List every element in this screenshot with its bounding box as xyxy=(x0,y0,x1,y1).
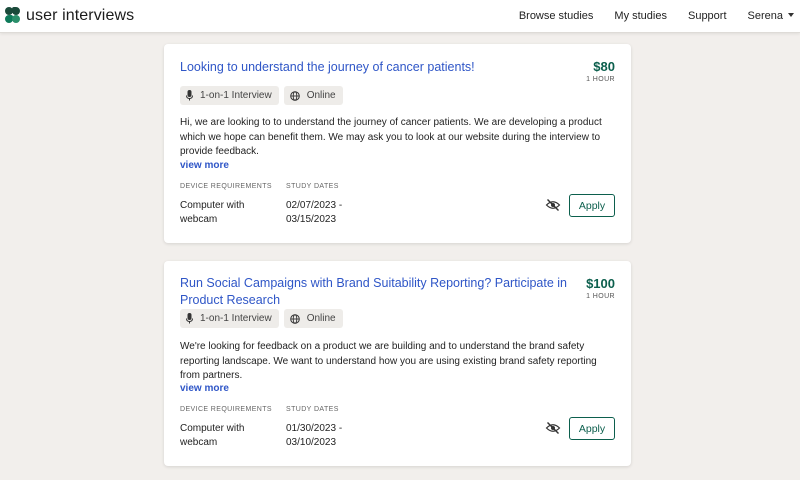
tag-interview-type: 1-on-1 Interview xyxy=(180,86,279,105)
view-more-link[interactable]: view more xyxy=(180,383,229,394)
tag-label: 1-on-1 Interview xyxy=(200,90,272,101)
study-duration: 1 HOUR xyxy=(586,293,615,300)
study-description: We're looking for feedback on a product … xyxy=(180,341,597,381)
device-requirements-label: DEVICE REQUIREMENTS xyxy=(180,406,272,413)
device-requirements-value: Computer with webcam xyxy=(180,200,245,225)
user-name: Serena xyxy=(747,10,783,22)
apply-button[interactable]: Apply xyxy=(569,417,615,440)
main-nav: Browse studies My studies Support Serena xyxy=(498,10,794,22)
nav-my-studies[interactable]: My studies xyxy=(614,10,667,22)
chevron-down-icon xyxy=(788,13,794,17)
tag-label: 1-on-1 Interview xyxy=(200,313,272,324)
study-tags: 1-on-1 Interview Online xyxy=(180,86,348,105)
study-dates-value: 01/30/2023 - 03/10/2023 xyxy=(286,423,343,448)
study-duration: 1 HOUR xyxy=(586,76,615,83)
user-menu[interactable]: Serena xyxy=(748,10,794,22)
hide-study-button[interactable] xyxy=(545,198,561,212)
tag-interview-type: 1-on-1 Interview xyxy=(180,309,279,328)
logo[interactable]: user interviews xyxy=(5,7,134,25)
study-dates-label: STUDY DATES xyxy=(286,406,339,413)
microphone-icon xyxy=(186,313,193,324)
study-dates-label: STUDY DATES xyxy=(286,183,339,190)
globe-icon xyxy=(289,90,300,101)
view-more-link[interactable]: view more xyxy=(180,160,229,171)
eye-slash-icon xyxy=(545,422,561,434)
study-tags: 1-on-1 Interview Online xyxy=(180,309,348,328)
study-price: $100 xyxy=(586,276,615,291)
study-card: Looking to understand the journey of can… xyxy=(164,44,631,243)
hide-study-button[interactable] xyxy=(545,421,561,435)
tag-label: Online xyxy=(306,313,336,324)
study-price: $80 xyxy=(593,59,615,74)
microphone-icon xyxy=(186,90,193,101)
study-description: Hi, we are looking to to understand the … xyxy=(180,117,602,157)
device-requirements-label: DEVICE REQUIREMENTS xyxy=(180,183,272,190)
globe-icon xyxy=(289,313,300,324)
tag-location: Online xyxy=(283,309,343,328)
apply-button[interactable]: Apply xyxy=(569,194,615,217)
device-requirements-value: Computer with webcam xyxy=(180,423,245,448)
tag-location: Online xyxy=(283,86,343,105)
logo-text: user interviews xyxy=(26,7,135,24)
study-title[interactable]: Looking to understand the journey of can… xyxy=(180,59,560,76)
nav-browse-studies[interactable]: Browse studies xyxy=(519,10,594,22)
top-navigation-bar: user interviews Browse studies My studie… xyxy=(0,0,800,33)
nav-support[interactable]: Support xyxy=(688,10,727,22)
tag-label: Online xyxy=(306,90,336,101)
study-dates-value: 02/07/2023 - 03/15/2023 xyxy=(286,200,343,225)
eye-slash-icon xyxy=(545,199,561,211)
logo-mark-icon xyxy=(5,7,21,25)
study-title[interactable]: Run Social Campaigns with Brand Suitabil… xyxy=(180,275,585,309)
study-card: Run Social Campaigns with Brand Suitabil… xyxy=(164,261,631,466)
